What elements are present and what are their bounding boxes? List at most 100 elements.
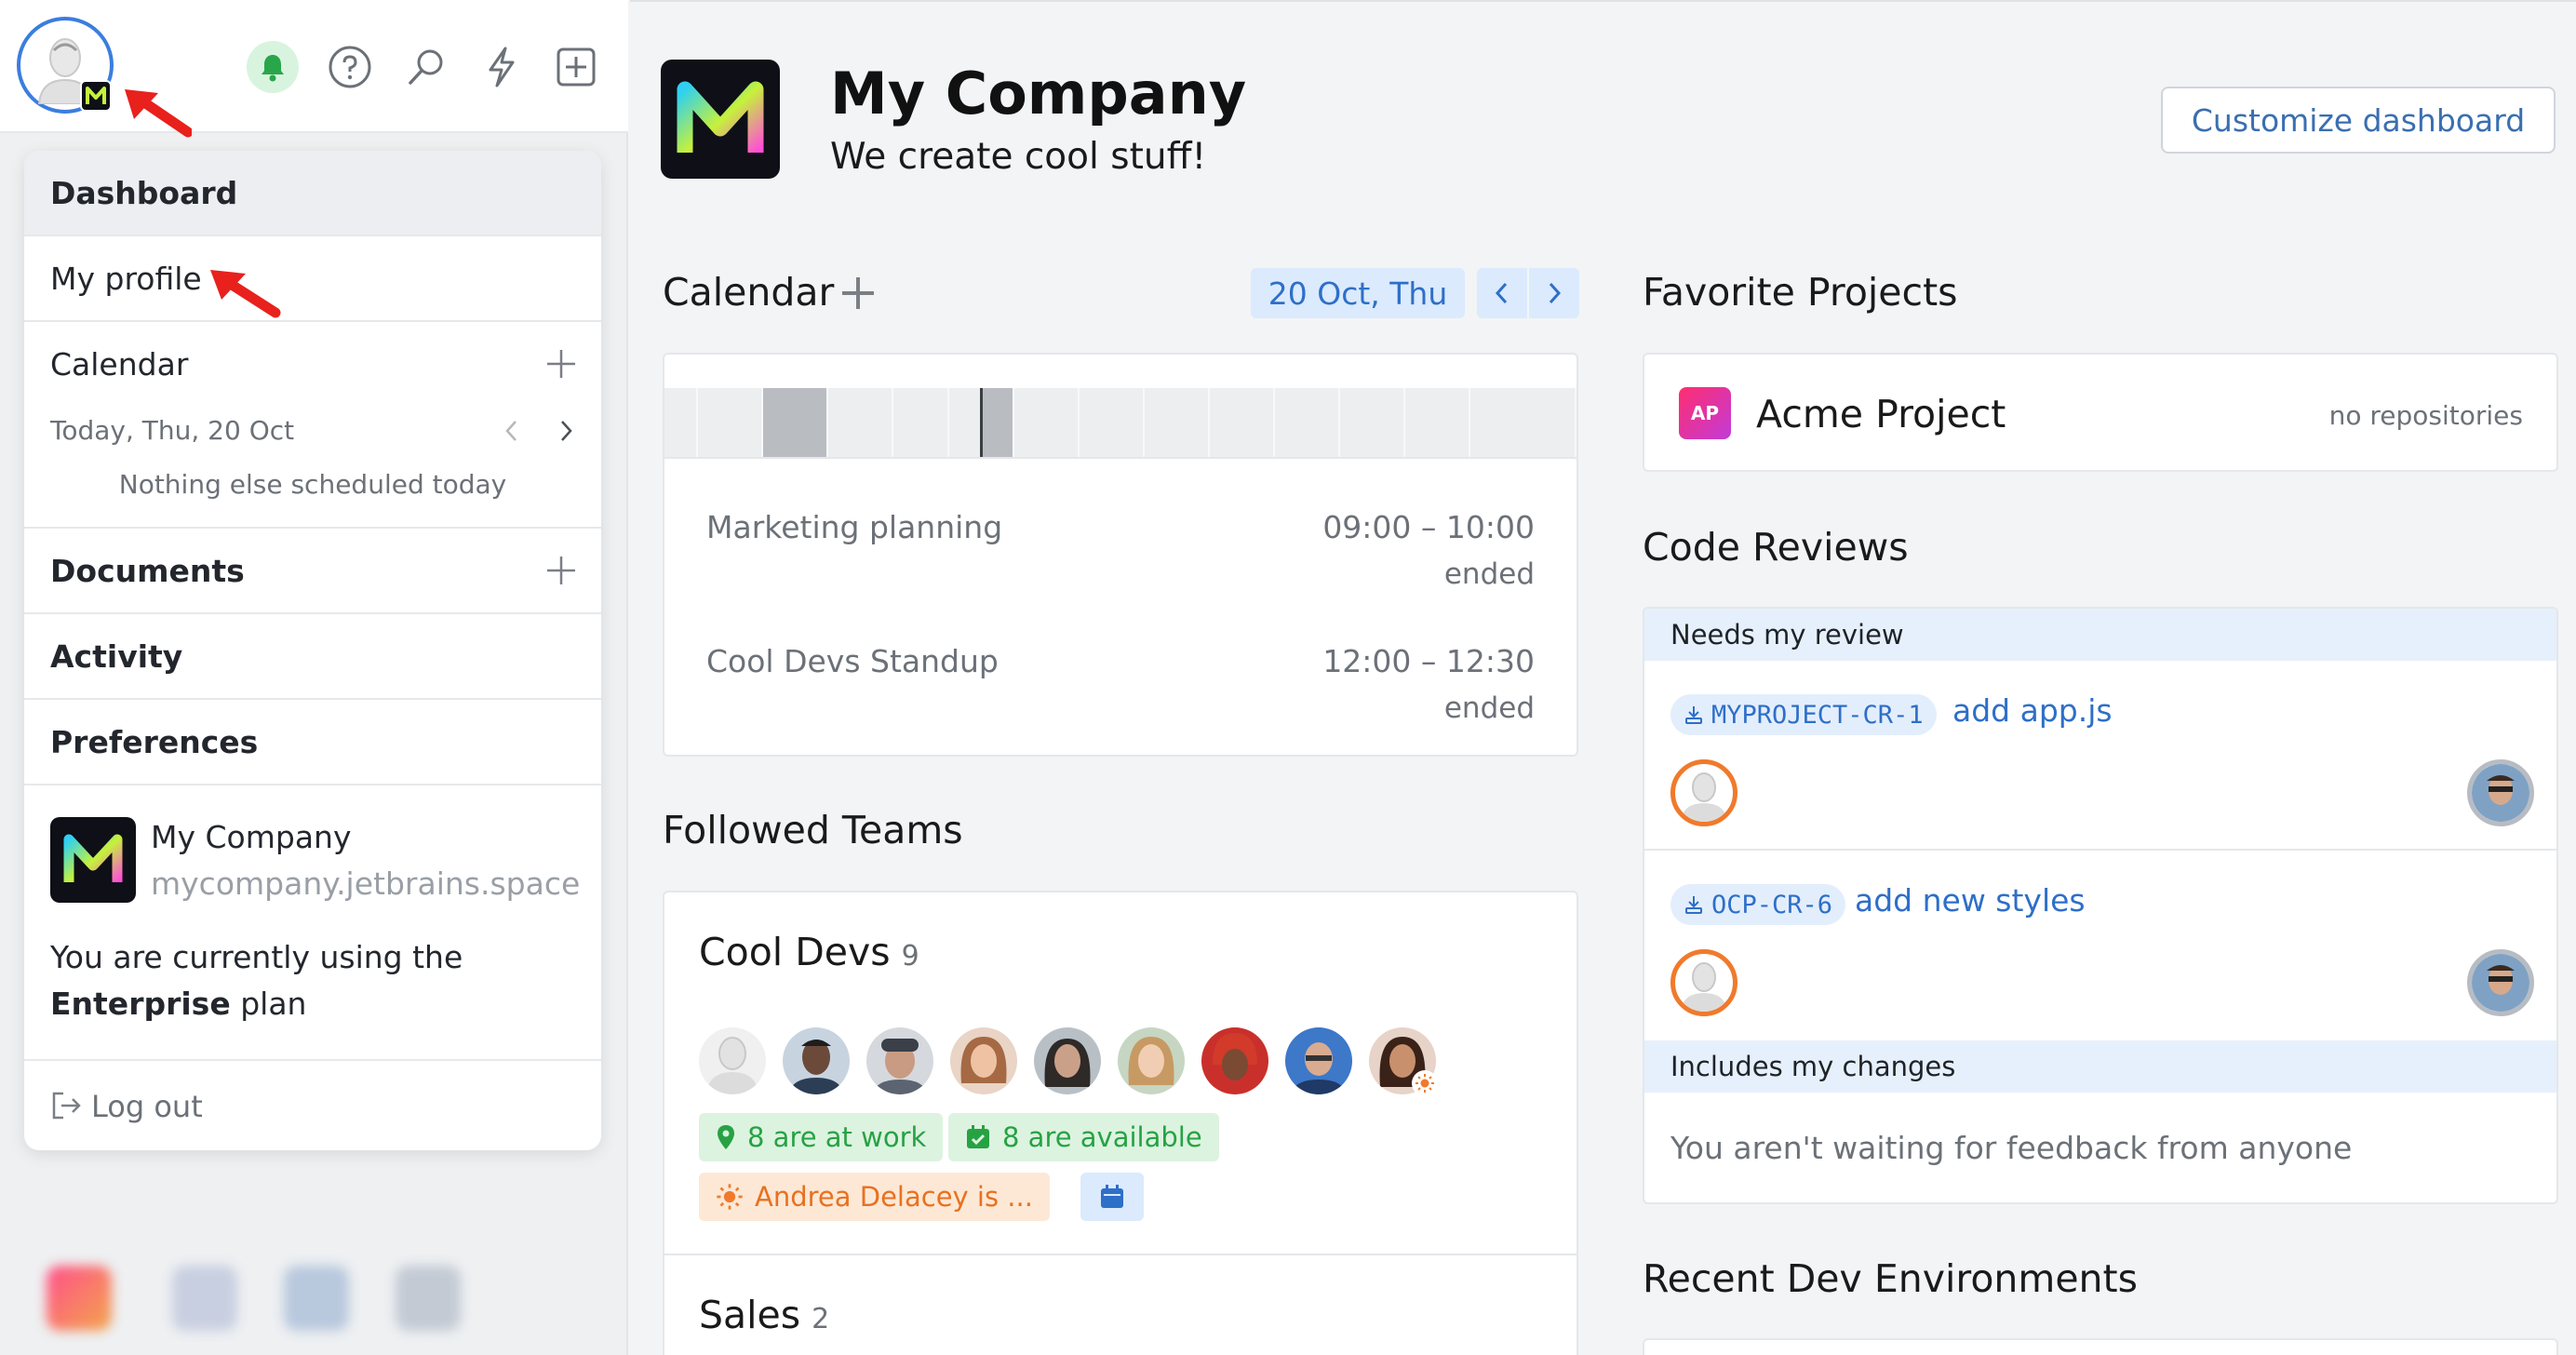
page-title: My Company: [830, 60, 1247, 127]
calendar-icon: [1101, 1185, 1123, 1208]
quick-actions-button[interactable]: [476, 41, 528, 93]
review-title[interactable]: add app.js: [1952, 692, 2113, 729]
member-avatar[interactable]: [699, 1027, 766, 1094]
project-meta: no repositories: [2328, 400, 2523, 431]
menu-item-label: Preferences: [50, 724, 259, 760]
calendar-timeline: [664, 388, 1576, 457]
logout-label: Log out: [91, 1089, 203, 1124]
calendar-section-title: Calendar: [663, 270, 835, 315]
menu-item-dashboard[interactable]: Dashboard: [24, 151, 601, 236]
review-id-tag[interactable]: MYPROJECT-CR-1: [1670, 694, 1937, 735]
chevron-left-icon: [1495, 282, 1508, 304]
member-avatar[interactable]: [1369, 1027, 1438, 1096]
event-status: ended: [1443, 557, 1535, 591]
member-avatar[interactable]: [1118, 1027, 1185, 1094]
team-calendar-button[interactable]: [1080, 1173, 1144, 1221]
favorites-section-title: Favorite Projects: [1643, 270, 1958, 315]
add-event-plus-icon[interactable]: [840, 275, 876, 311]
calendar-card: Marketing planning 09:00 – 10:00 ended C…: [663, 353, 1578, 757]
chevron-right-icon: [1549, 282, 1562, 304]
at-work-label: 8 are at work: [747, 1121, 927, 1153]
chevron-right-icon[interactable]: [557, 419, 575, 443]
create-new-button[interactable]: [550, 41, 602, 93]
menu-item-documents[interactable]: Documents: [24, 529, 601, 614]
menu-org-info: My Company mycompany.jetbrains.space You…: [24, 785, 601, 1061]
blurred-app-icon: [284, 1266, 349, 1331]
annotation-arrow: [125, 89, 192, 138]
plan-suffix: plan: [240, 986, 307, 1022]
team-members: [699, 1027, 1438, 1096]
customize-dashboard-button[interactable]: Customize dashboard: [2161, 87, 2556, 154]
notifications-button[interactable]: [247, 41, 299, 93]
event-title: Cool Devs Standup: [706, 643, 999, 679]
review-id: OCP-CR-6: [1711, 890, 1833, 919]
member-avatar[interactable]: [1285, 1027, 1352, 1094]
member-avatar[interactable]: [1201, 1027, 1268, 1094]
project-card-acme[interactable]: AP Acme Project no repositories: [1643, 353, 2558, 472]
menu-item-preferences[interactable]: Preferences: [24, 700, 601, 785]
calendar-next-button[interactable]: [1529, 268, 1579, 318]
member-avatar[interactable]: [866, 1027, 933, 1094]
menu-item-activity[interactable]: Activity: [24, 614, 601, 700]
blurred-app-icon: [47, 1266, 112, 1331]
lightning-icon: [489, 47, 515, 87]
help-button[interactable]: [324, 41, 376, 93]
project-name: Acme Project: [1756, 392, 2006, 436]
sun-icon: [717, 1184, 743, 1210]
add-event-plus-icon[interactable]: [545, 348, 577, 380]
plan-info: You are currently using the Enterprise p…: [50, 934, 571, 1027]
team-card-cool-devs[interactable]: Cool Devs 9 8 are at work 8 are availabl…: [664, 892, 1576, 1255]
bell-icon: [262, 55, 284, 82]
no-feedback-text: You aren't waiting for feedback from any…: [1670, 1130, 2353, 1166]
menu-item-label: Activity: [50, 638, 183, 675]
available-badge[interactable]: 8 are available: [948, 1113, 1219, 1161]
user-avatar-button[interactable]: [17, 17, 114, 114]
menu-item-my-profile[interactable]: My profile: [24, 236, 601, 322]
menu-section-calendar: Calendar Today, Thu, 20 Oct Nothing else…: [24, 322, 601, 529]
code-review-item[interactable]: MYPROJECT-CR-1 add app.js: [1644, 661, 2556, 851]
menu-item-label[interactable]: Calendar: [50, 346, 188, 382]
calendar-date-button[interactable]: 20 Oct, Thu: [1251, 268, 1465, 318]
review-author-avatar[interactable]: [1670, 759, 1737, 826]
event-status: ended: [1443, 691, 1535, 725]
calendar-prev-button[interactable]: [1477, 268, 1527, 318]
teams-card: Cool Devs 9 8 are at work 8 are availabl…: [663, 891, 1578, 1355]
absence-badge[interactable]: Andrea Delacey is ...: [699, 1173, 1050, 1221]
plan-name: Enterprise: [50, 986, 231, 1022]
event-time: 12:00 – 12:30: [1322, 643, 1535, 679]
plus-square-icon: [557, 47, 596, 87]
dashboard-main: My Company We create cool stuff! Customi…: [630, 0, 2576, 1355]
top-toolbar: [0, 0, 628, 138]
add-document-plus-icon[interactable]: [545, 555, 577, 586]
team-member-count: 2: [812, 1303, 830, 1335]
logout-button[interactable]: Log out: [24, 1061, 601, 1150]
teams-section-title: Followed Teams: [663, 808, 963, 852]
includes-changes-header: Includes my changes: [1644, 1040, 2556, 1093]
member-avatar[interactable]: [783, 1027, 850, 1094]
member-avatar[interactable]: [1034, 1027, 1101, 1094]
plan-prefix: You are currently using the: [50, 939, 463, 975]
reviewer-avatar[interactable]: [2467, 759, 2534, 826]
event-title: Marketing planning: [706, 509, 1003, 545]
project-badge: AP: [1679, 387, 1731, 439]
team-member-count: 9: [901, 940, 919, 973]
review-icon: [1685, 896, 1702, 914]
menu-item-label: Documents: [50, 553, 245, 589]
code-review-item[interactable]: OCP-CR-6 add new styles: [1644, 852, 2556, 1040]
member-avatar[interactable]: [950, 1027, 1017, 1094]
at-work-badge[interactable]: 8 are at work: [699, 1113, 944, 1161]
blurred-app-icon: [172, 1266, 237, 1331]
review-id: MYPROJECT-CR-1: [1711, 700, 1924, 730]
reviewer-avatar[interactable]: [2467, 949, 2534, 1016]
dev-envs-card: [1643, 1338, 2558, 1355]
org-url: mycompany.jetbrains.space: [151, 865, 581, 902]
chevron-left-icon[interactable]: [503, 419, 521, 443]
review-id-tag[interactable]: OCP-CR-6: [1670, 884, 1846, 925]
review-author-avatar[interactable]: [1670, 949, 1737, 1016]
location-pin-icon: [718, 1125, 734, 1149]
search-button[interactable]: [400, 41, 452, 93]
review-title[interactable]: add new styles: [1855, 882, 2086, 919]
annotation-arrow: [210, 270, 281, 318]
team-card-sales[interactable]: Sales 2: [664, 1257, 1576, 1355]
team-name: Cool Devs 9: [699, 930, 919, 974]
